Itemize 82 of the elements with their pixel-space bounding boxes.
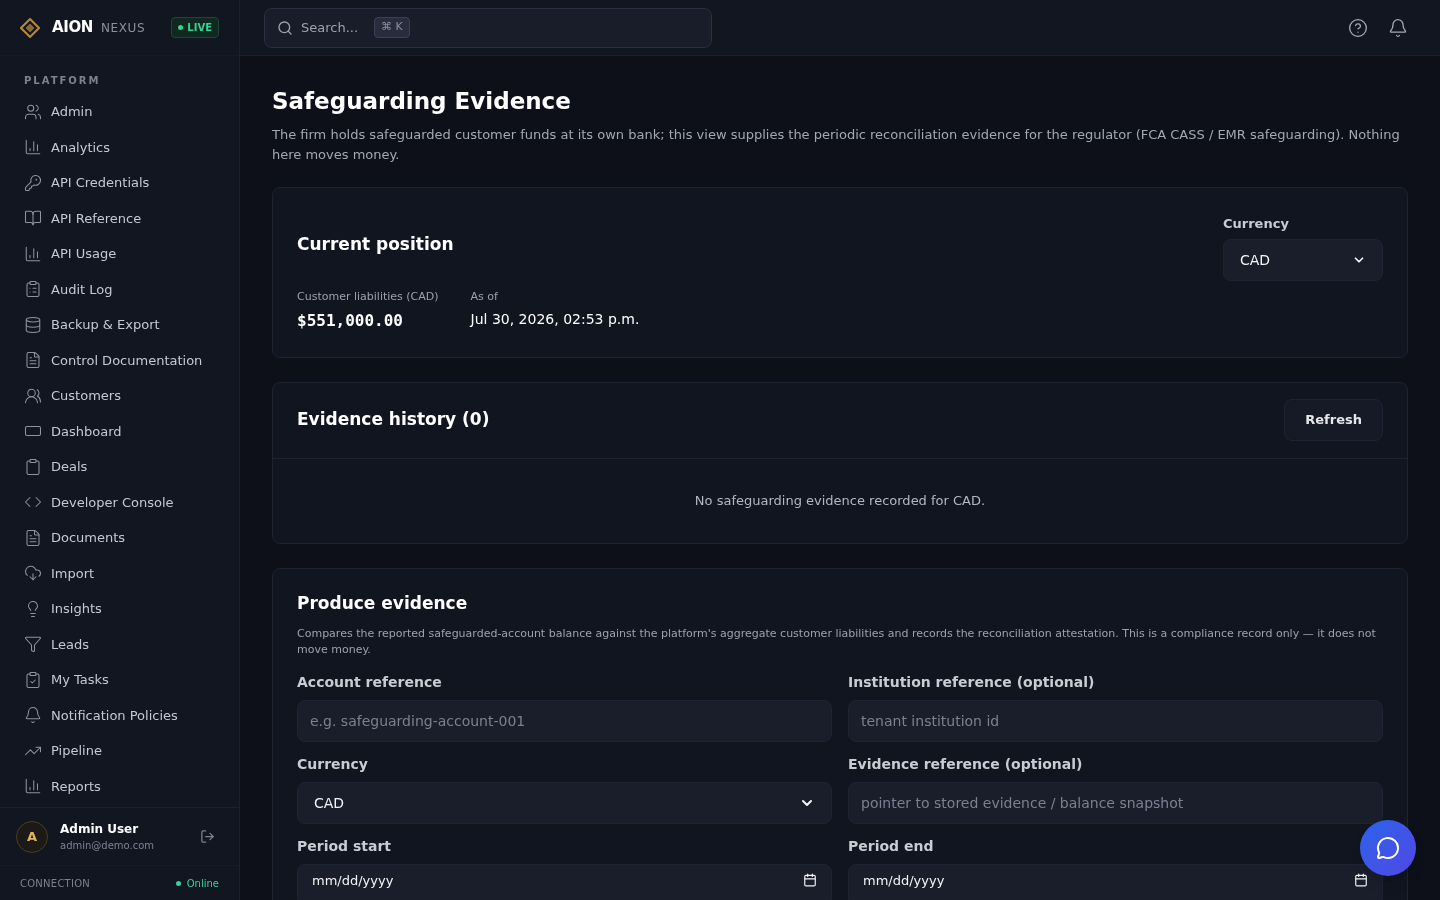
clipboard-check-icon bbox=[24, 670, 42, 689]
text-field[interactable]: tenant institution id bbox=[848, 700, 1383, 742]
sidebar-item[interactable]: Deals bbox=[24, 449, 215, 485]
sidebar-item[interactable]: My Tasks bbox=[24, 662, 215, 698]
text-field[interactable]: e.g. safeguarding-account-001 bbox=[297, 700, 832, 742]
key-icon bbox=[24, 173, 42, 192]
as-of-date: Jul 30, 2026, 02:53 p.m. bbox=[470, 309, 640, 329]
brand-name: AION bbox=[52, 17, 93, 39]
brand-suffix: NEXUS bbox=[101, 19, 146, 37]
shortcut-hint: ⌘ K bbox=[374, 17, 410, 38]
bar-chart-icon bbox=[24, 777, 42, 796]
funnel-icon bbox=[24, 635, 42, 654]
document-icon bbox=[24, 528, 42, 547]
liabilities-amount: $551,000.00 bbox=[297, 309, 404, 332]
sidebar-item[interactable]: API Credentials bbox=[24, 165, 215, 201]
sidebar-item[interactable]: Dashboard bbox=[24, 413, 215, 449]
bar-chart-icon bbox=[24, 244, 42, 263]
field-label: Currency bbox=[297, 755, 369, 774]
logout-icon[interactable] bbox=[200, 829, 215, 844]
users-icon bbox=[24, 102, 42, 121]
empty-message: No safeguarding evidence recorded for CAD. bbox=[694, 491, 986, 510]
sidebar-item[interactable]: Backup & Export bbox=[24, 307, 215, 343]
date-field[interactable]: mm/dd/yyyy bbox=[297, 864, 832, 900]
search-icon bbox=[277, 19, 293, 36]
clipboard-icon bbox=[24, 457, 42, 476]
calendar-icon bbox=[803, 873, 817, 887]
bell-icon bbox=[24, 706, 42, 725]
stat-label: As of bbox=[470, 289, 499, 305]
date-field[interactable]: mm/dd/yyyy bbox=[848, 864, 1383, 900]
sidebar-item[interactable]: Audit Log bbox=[24, 271, 215, 307]
group-icon bbox=[24, 386, 42, 405]
sidebar-item[interactable]: API Usage bbox=[24, 236, 215, 272]
sidebar-item[interactable]: Reports bbox=[24, 768, 215, 804]
sidebar-item[interactable]: Import bbox=[24, 555, 215, 591]
chat-bubble-icon bbox=[1376, 836, 1400, 860]
connection-label: CONNECTION bbox=[20, 876, 91, 891]
field-label: Currency bbox=[1223, 214, 1290, 233]
card-description: Compares the reported safeguarded-account balance against the platform's aggregate customer liabilities and records the reconciliation attestation. This is a compliance record only — it does not move money. bbox=[297, 626, 1377, 658]
avatar: A bbox=[16, 820, 48, 853]
search-field[interactable]: Search... ⌘ K bbox=[264, 7, 712, 48]
stat-label: Customer liabilities (CAD) bbox=[297, 289, 439, 305]
sidebar-item[interactable]: Insights bbox=[24, 591, 215, 627]
sidebar-item[interactable]: Developer Console bbox=[24, 484, 215, 520]
card-title: Evidence history (0) bbox=[297, 408, 490, 432]
book-icon bbox=[24, 209, 42, 228]
document-icon bbox=[24, 351, 42, 370]
sidebar-item[interactable]: Notification Policies bbox=[24, 697, 215, 733]
sidebar-item[interactable]: Leads bbox=[24, 626, 215, 662]
sidebar-item[interactable]: API Reference bbox=[24, 200, 215, 236]
field-label: Period end bbox=[848, 837, 935, 856]
field-label: Evidence reference (optional) bbox=[848, 755, 1084, 774]
search-placeholder: Search... bbox=[301, 18, 359, 37]
page-description: The firm holds safeguarded customer funds at its own bank; this view supplies the periodic reconciliation evidence for the regulator (FCA CASS / EMR safeguarding). Nothing here moves money. bbox=[272, 125, 1401, 164]
clipboard-list-icon bbox=[24, 280, 42, 299]
refresh-button[interactable]: Refresh bbox=[1284, 399, 1383, 441]
connection-status: Online bbox=[175, 875, 219, 891]
cloud-download-icon bbox=[24, 564, 42, 583]
user-email: admin@demo.com bbox=[60, 839, 155, 853]
sidebar-item[interactable]: Documents bbox=[24, 520, 215, 556]
sidebar-item[interactable]: Customers bbox=[24, 378, 215, 414]
card-title: Current position bbox=[297, 232, 455, 256]
sidebar-item[interactable]: Analytics bbox=[24, 129, 215, 165]
user-name: Admin User bbox=[60, 821, 140, 838]
section-heading: PLATFORM bbox=[24, 74, 102, 88]
field-label: Period start bbox=[297, 837, 393, 856]
text-field[interactable]: pointer to stored evidence / balance snapshot bbox=[848, 782, 1383, 824]
currency-select[interactable]: CAD bbox=[1223, 239, 1383, 281]
sidebar-item[interactable]: Pipeline bbox=[24, 733, 215, 769]
live-badge: LIVE bbox=[171, 17, 219, 38]
sidebar-item[interactable]: Admin bbox=[24, 94, 215, 130]
bar-chart-icon bbox=[24, 138, 42, 157]
calendar-icon bbox=[1354, 873, 1368, 887]
page-title: Safeguarding Evidence bbox=[272, 87, 572, 116]
currency-select[interactable]: CAD bbox=[297, 782, 832, 824]
diamond-logo-icon bbox=[20, 17, 40, 38]
field-label: Institution reference (optional) bbox=[848, 673, 1096, 692]
database-icon bbox=[24, 315, 42, 334]
help-icon[interactable] bbox=[1348, 17, 1368, 38]
notifications-icon[interactable] bbox=[1388, 17, 1408, 38]
sidebar-item[interactable]: Control Documentation bbox=[24, 342, 215, 378]
card-title: Produce evidence bbox=[297, 591, 469, 615]
field-label: Account reference bbox=[297, 673, 443, 692]
